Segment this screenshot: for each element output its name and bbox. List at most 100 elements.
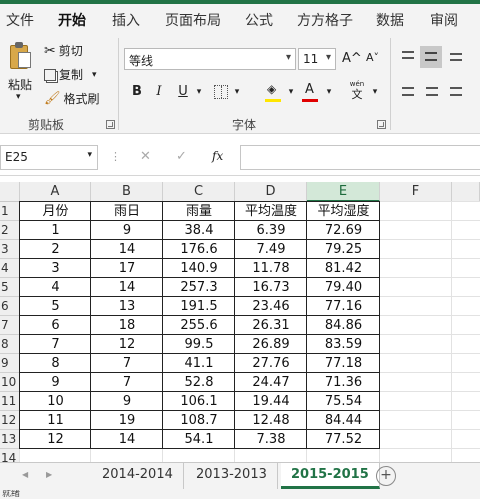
fx-icon[interactable]: fx [212,149,223,163]
table-cell[interactable]: 1 [20,221,91,240]
table-header-cell[interactable]: 雨量 [163,202,235,221]
align-bottom-button[interactable] [448,48,464,64]
table-cell[interactable]: 176.6 [163,240,235,259]
table-cell[interactable]: 41.1 [163,354,235,373]
table-cell[interactable]: 8 [20,354,91,373]
table-cell[interactable]: 11.78 [235,259,307,278]
clipboard-launcher-icon[interactable] [106,120,115,129]
table-cell[interactable]: 24.47 [235,373,307,392]
table-cell[interactable]: 52.8 [163,373,235,392]
table-cell[interactable]: 140.9 [163,259,235,278]
table-cell[interactable]: 16.73 [235,278,307,297]
align-center-button[interactable] [424,84,440,100]
align-right-button[interactable] [448,84,464,100]
table-cell[interactable]: 26.31 [235,316,307,335]
font-size-select[interactable]: 11 ▾ [298,48,336,70]
table-cell[interactable]: 10 [20,392,91,411]
row-header-10[interactable]: 10 [0,373,20,392]
row-header-9[interactable]: 9 [0,354,20,373]
table-cell[interactable]: 81.42 [307,259,380,278]
row-header-7[interactable]: 7 [0,316,20,335]
name-box[interactable]: E25 ▾ [0,145,98,170]
table-cell[interactable]: 7.49 [235,240,307,259]
fill-color-button[interactable]: ◈ [265,82,285,104]
table-cell[interactable]: 4 [20,278,91,297]
prev-sheet-icon[interactable]: ◀ [22,470,28,479]
table-cell[interactable]: 38.4 [163,221,235,240]
copy-button[interactable]: 复制 ▾ [44,66,97,83]
table-cell[interactable]: 191.5 [163,297,235,316]
table-cell[interactable]: 5 [20,297,91,316]
chevron-down-icon[interactable]: ▾ [370,82,380,102]
chevron-down-icon[interactable]: ▾ [194,82,204,102]
row-header-8[interactable]: 8 [0,335,20,354]
align-left-button[interactable] [400,84,416,100]
row-header-1[interactable]: 1 [0,202,20,221]
sheet-tab-2015[interactable]: 2015-2015 [281,463,380,489]
table-cell[interactable]: 7 [91,354,163,373]
table-cell[interactable]: 106.1 [163,392,235,411]
column-header-extra[interactable] [452,182,480,202]
phonetic-button[interactable]: wén 文 [346,80,368,104]
row-header-6[interactable]: 6 [0,297,20,316]
table-cell[interactable]: 7.38 [235,430,307,449]
table-cell[interactable]: 99.5 [163,335,235,354]
table-cell[interactable]: 12 [20,430,91,449]
table-cell[interactable]: 23.46 [235,297,307,316]
table-cell[interactable]: 13 [91,297,163,316]
table-cell[interactable]: 18 [91,316,163,335]
table-cell[interactable]: 9 [20,373,91,392]
table-cell[interactable]: 11 [20,411,91,430]
table-cell[interactable]: 12.48 [235,411,307,430]
tab-home[interactable]: 开始 [58,10,86,36]
chevron-down-icon[interactable]: ▾ [232,82,242,102]
grow-font-button[interactable]: A^ [342,51,362,66]
tab-file[interactable]: 文件 [6,10,34,30]
table-cell[interactable]: 79.40 [307,278,380,297]
column-header-f[interactable]: F [380,182,452,202]
table-cell[interactable]: 6 [20,316,91,335]
paste-button[interactable]: 粘贴 ▾ [0,32,40,112]
column-header-c[interactable]: C [163,182,235,202]
table-cell[interactable]: 14 [91,278,163,297]
chevron-down-icon[interactable]: ▾ [324,82,334,102]
table-cell[interactable]: 108.7 [163,411,235,430]
table-cell[interactable]: 27.76 [235,354,307,373]
cancel-icon[interactable]: ✕ [140,149,151,164]
row-header-4[interactable]: 4 [0,259,20,278]
table-cell[interactable]: 9 [91,221,163,240]
column-header-a[interactable]: A [20,182,91,202]
tab-page-layout[interactable]: 页面布局 [165,10,221,30]
tab-fangfang[interactable]: 方方格子 [297,10,353,30]
tab-formulas[interactable]: 公式 [245,10,273,30]
row-header-3[interactable]: 3 [0,240,20,259]
row-header-5[interactable]: 5 [0,278,20,297]
table-cell[interactable]: 7 [91,373,163,392]
table-cell[interactable]: 77.16 [307,297,380,316]
table-cell[interactable]: 84.86 [307,316,380,335]
add-sheet-button[interactable]: + [376,466,396,486]
column-header-b[interactable]: B [91,182,163,202]
font-color-button[interactable]: A [302,82,322,104]
table-cell[interactable]: 72.69 [307,221,380,240]
table-cell[interactable]: 77.18 [307,354,380,373]
column-header-e[interactable]: E [307,182,380,202]
table-cell[interactable]: 19.44 [235,392,307,411]
border-button[interactable] [214,85,228,99]
table-header-cell[interactable]: 雨日 [91,202,163,221]
shrink-font-button[interactable]: A˅ [366,51,379,64]
table-cell[interactable]: 84.44 [307,411,380,430]
table-cell[interactable]: 14 [91,240,163,259]
table-cell[interactable]: 54.1 [163,430,235,449]
bold-button[interactable]: B [130,82,144,102]
table-cell[interactable]: 3 [20,259,91,278]
select-all-corner[interactable] [0,182,20,202]
tab-review[interactable]: 审阅 [430,10,458,30]
table-cell[interactable]: 83.59 [307,335,380,354]
formula-input[interactable] [240,145,480,170]
table-header-cell[interactable]: 平均湿度 [307,202,380,221]
tab-insert[interactable]: 插入 [112,10,140,30]
next-sheet-icon[interactable]: ▶ [46,470,52,479]
table-cell[interactable]: 9 [91,392,163,411]
table-cell[interactable]: 2 [20,240,91,259]
